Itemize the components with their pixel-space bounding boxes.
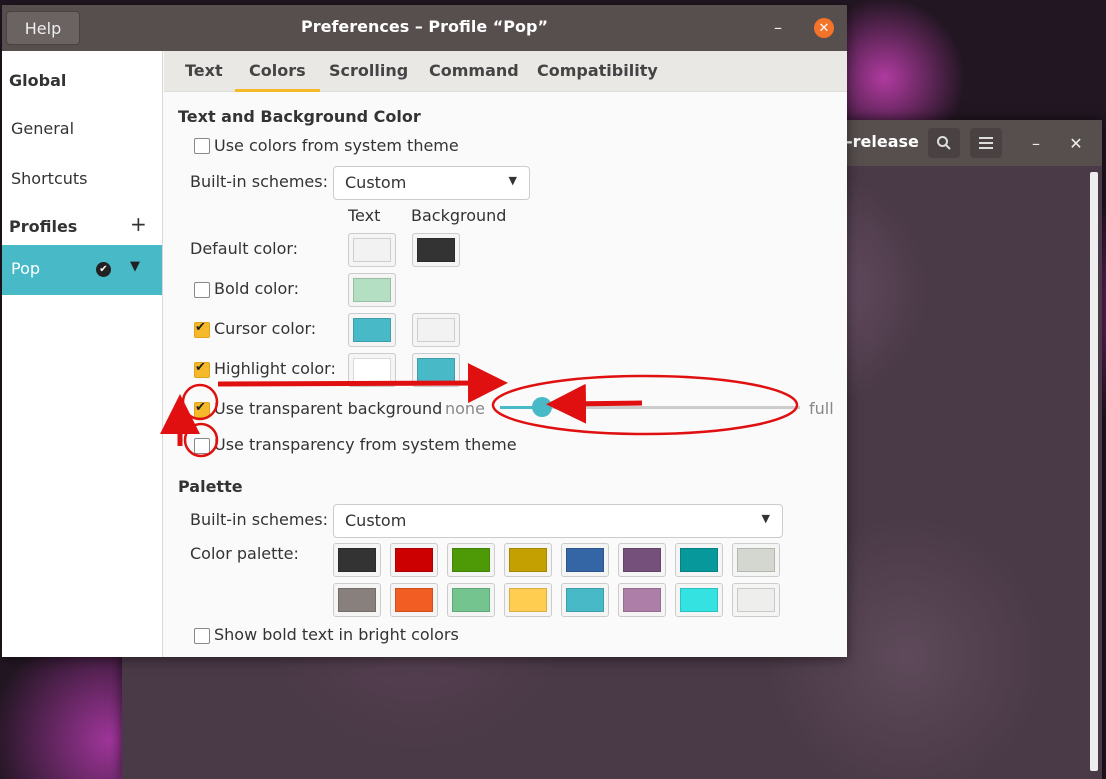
terminal-title: -release	[846, 132, 919, 151]
palette-color-button[interactable]	[618, 583, 666, 617]
palette-color-button[interactable]	[561, 583, 609, 617]
highlight-text-color-button[interactable]	[348, 353, 396, 387]
dialog-title: Preferences – Profile “Pop”	[301, 17, 548, 36]
profile-menu-arrow-icon[interactable]: ▼	[130, 259, 140, 274]
palette-color-button[interactable]	[675, 543, 723, 577]
add-profile-button[interactable]: +	[130, 212, 147, 236]
highlight-color-checkbox[interactable]	[194, 360, 210, 378]
terminal-scrollbar[interactable]	[1090, 172, 1098, 771]
tab-text[interactable]: Text	[185, 61, 223, 80]
cursor-background-color-button[interactable]	[412, 313, 460, 347]
palette-color-button[interactable]	[390, 543, 438, 577]
default-background-color-button[interactable]	[412, 233, 460, 267]
palette-color-button[interactable]	[504, 543, 552, 577]
color-palette-label: Color palette:	[190, 544, 299, 563]
sidebar-item-shortcuts[interactable]: Shortcuts	[11, 169, 87, 188]
close-button[interactable]: ✕	[814, 18, 834, 38]
highlight-color-label: Highlight color:	[214, 359, 336, 378]
builtin-schemes-label: Built-in schemes:	[190, 172, 328, 191]
palette-color-button[interactable]	[618, 543, 666, 577]
palette-color-button[interactable]	[390, 583, 438, 617]
use-system-colors-checkbox[interactable]	[194, 138, 210, 154]
sidebar: Global General Shortcuts Profiles + Pop …	[2, 51, 163, 657]
transparent-background-checkbox[interactable]	[194, 400, 210, 418]
sidebar-heading-profiles: Profiles	[9, 217, 78, 236]
terminal-minimize-button[interactable]: –	[1020, 128, 1052, 158]
tab-colors[interactable]: Colors	[235, 61, 320, 92]
chevron-down-icon: ▼	[508, 174, 517, 187]
dialog-titlebar: Help Preferences – Profile “Pop” – ✕	[2, 5, 847, 51]
transparency-slider-handle[interactable]	[532, 397, 552, 417]
palette-builtin-schemes-select[interactable]: Custom ▼	[333, 504, 783, 538]
tab-bar: Text Colors Scrolling Command Compatibil…	[164, 51, 847, 92]
preferences-dialog: Help Preferences – Profile “Pop” – ✕ Glo…	[2, 5, 847, 657]
cursor-color-label: Cursor color:	[214, 319, 317, 338]
sidebar-item-general[interactable]: General	[11, 119, 74, 138]
bold-color-checkbox[interactable]	[194, 282, 210, 298]
section-title-palette: Palette	[178, 477, 243, 496]
colors-panel: Text Colors Scrolling Command Compatibil…	[164, 51, 847, 657]
palette-color-button[interactable]	[504, 583, 552, 617]
palette-color-button[interactable]	[333, 583, 381, 617]
builtin-schemes-select[interactable]: Custom ▼	[333, 166, 530, 200]
slider-min-label: none	[445, 399, 485, 418]
cursor-color-checkbox[interactable]	[194, 320, 210, 338]
sidebar-heading-global: Global	[9, 71, 67, 90]
highlight-background-color-button[interactable]	[412, 353, 460, 387]
palette-color-button[interactable]	[561, 543, 609, 577]
minimize-button[interactable]: –	[774, 18, 782, 37]
sidebar-item-label: Pop	[11, 259, 41, 278]
palette-color-button[interactable]	[447, 543, 495, 577]
hamburger-menu-icon[interactable]	[970, 128, 1002, 158]
bright-bold-label: Show bold text in bright colors	[214, 625, 459, 644]
tab-command[interactable]: Command	[429, 61, 519, 80]
cursor-text-color-button[interactable]	[348, 313, 396, 347]
default-text-color-button[interactable]	[348, 233, 396, 267]
search-icon[interactable]	[928, 128, 960, 158]
section-title-text-bg: Text and Background Color	[178, 107, 421, 126]
transparency-system-label: Use transparency from system theme	[214, 435, 517, 454]
sidebar-item-pop[interactable]: Pop ✔ ▼	[2, 245, 162, 295]
column-text-label: Text	[348, 206, 381, 225]
palette-color-button[interactable]	[333, 543, 381, 577]
bold-color-button[interactable]	[348, 273, 396, 307]
slider-max-label: full	[809, 399, 834, 418]
chevron-down-icon: ▼	[761, 512, 770, 525]
palette-builtin-schemes-value: Custom	[345, 511, 407, 530]
bright-bold-checkbox[interactable]	[194, 628, 210, 644]
tab-scrolling[interactable]: Scrolling	[329, 61, 408, 80]
palette-color-button[interactable]	[447, 583, 495, 617]
column-background-label: Background	[411, 206, 507, 225]
use-system-colors-label: Use colors from system theme	[214, 136, 459, 155]
bold-color-label: Bold color:	[214, 279, 299, 298]
palette-builtin-schemes-label: Built-in schemes:	[190, 510, 328, 529]
tab-compatibility[interactable]: Compatibility	[537, 61, 658, 80]
transparent-background-label: Use transparent background	[214, 399, 443, 418]
terminal-close-button[interactable]: ✕	[1060, 128, 1092, 158]
builtin-schemes-value: Custom	[345, 173, 407, 192]
default-profile-check-icon: ✔	[96, 262, 111, 277]
palette-color-button[interactable]	[732, 543, 780, 577]
transparency-system-checkbox[interactable]	[194, 438, 210, 454]
palette-color-button[interactable]	[675, 583, 723, 617]
palette-color-button[interactable]	[732, 583, 780, 617]
default-color-label: Default color:	[190, 239, 299, 258]
